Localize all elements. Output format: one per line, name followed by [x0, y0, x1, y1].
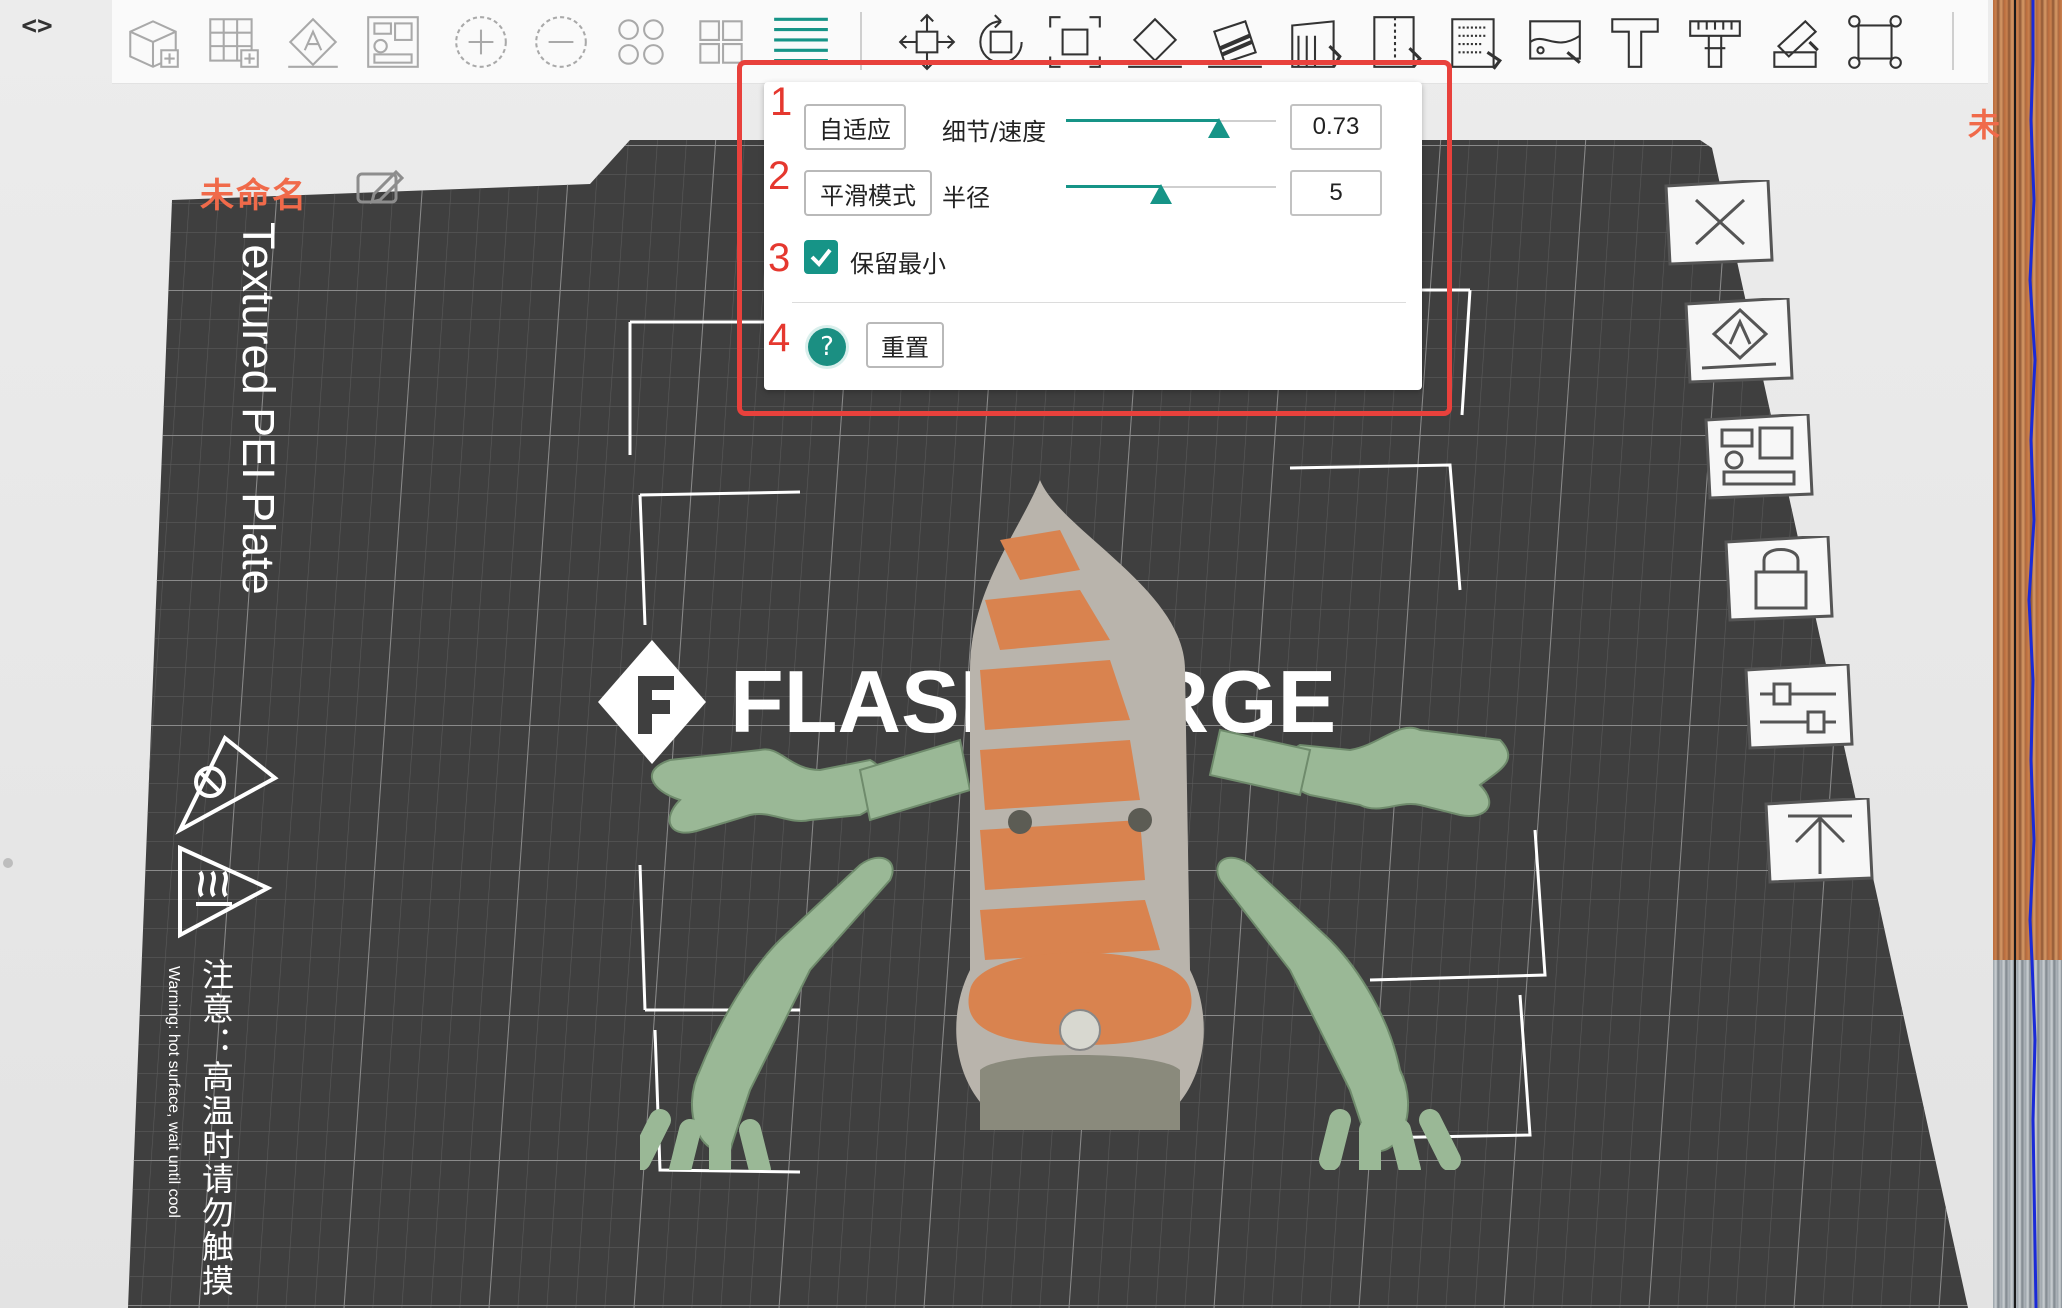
- keep-min-checkbox[interactable]: [804, 240, 838, 274]
- plate-settings-icon[interactable]: [1740, 664, 1858, 750]
- plate-name-next: 未: [1968, 106, 2001, 144]
- radius-label: 半径: [942, 184, 990, 212]
- lock-plate-icon[interactable]: [1720, 536, 1838, 622]
- arrange-plate-icon[interactable]: [1700, 414, 1818, 500]
- radius-slider[interactable]: [1066, 174, 1276, 204]
- plate-name[interactable]: 未命名: [200, 168, 308, 217]
- slider-fill: [1066, 119, 1220, 122]
- annotation-1: 1: [770, 80, 793, 124]
- plate-label: Textured PEI Plate: [233, 222, 284, 595]
- delete-all-icon[interactable]: [1660, 180, 1778, 266]
- adaptive-layer-dialog: 自适应 细节/速度 0.73 平滑模式 半径 5 保留最小 ? 重置: [764, 82, 1422, 390]
- auto-orient-plate-icon[interactable]: [1680, 298, 1798, 384]
- smooth-mode-button[interactable]: 平滑模式: [804, 170, 932, 216]
- keep-min-label: 保留最小: [850, 250, 946, 278]
- slider-fill: [1066, 185, 1161, 188]
- help-icon[interactable]: ?: [808, 328, 846, 366]
- dialog-divider: [792, 302, 1406, 303]
- radius-input[interactable]: 5: [1290, 170, 1382, 216]
- check-icon: [810, 248, 832, 268]
- slider-thumb[interactable]: [1208, 118, 1231, 138]
- move-plate-up-icon[interactable]: [1760, 798, 1878, 884]
- detail-speed-input[interactable]: 0.73: [1290, 104, 1382, 150]
- annotation-2: 2: [768, 154, 791, 198]
- warning-text-cn: 注意：高温时请勿触摸: [197, 958, 235, 1298]
- adaptive-button[interactable]: 自适应: [804, 104, 906, 150]
- detail-speed-label: 细节/速度: [942, 118, 1047, 146]
- detail-speed-slider[interactable]: [1066, 108, 1276, 138]
- reset-button[interactable]: 重置: [866, 322, 944, 368]
- annotation-3: 3: [768, 236, 791, 280]
- app-window: <> 未命名 Textured PEI Plate 注意：高温时请勿触摸 War…: [0, 0, 2062, 1308]
- slider-thumb[interactable]: [1149, 184, 1172, 204]
- warning-text-en: Warning: hot surface, wait until cool: [165, 966, 182, 1218]
- rename-icon[interactable]: [356, 168, 404, 206]
- dragon-model[interactable]: [640, 470, 1520, 1170]
- annotation-4: 4: [768, 316, 791, 360]
